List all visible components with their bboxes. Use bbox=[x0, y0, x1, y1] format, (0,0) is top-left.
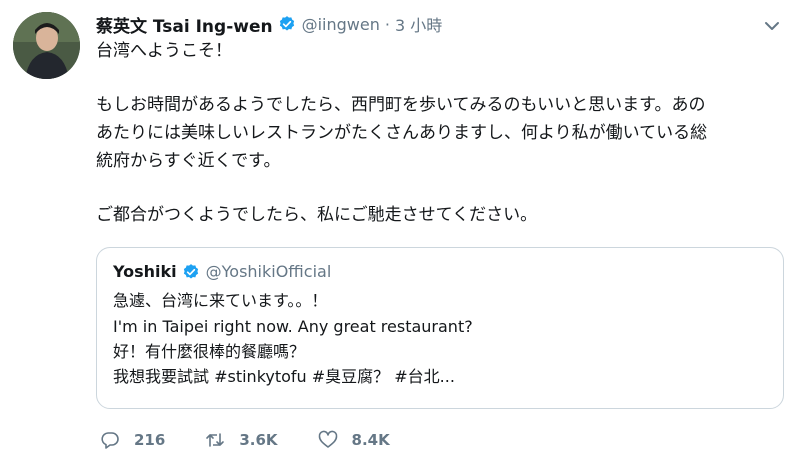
reply-count: 216 bbox=[134, 431, 166, 449]
tweet-text-line: 台湾へようこそ！ bbox=[96, 41, 232, 61]
avatar[interactable] bbox=[13, 12, 80, 79]
tweet-text-line: 統府からすぐ近くです。 bbox=[96, 151, 281, 171]
tweet[interactable]: 蔡英文 Tsai Ing-wen @iingwen · 3 小時 台湾へようこそ… bbox=[0, 0, 800, 450]
heart-icon bbox=[318, 430, 337, 448]
tweet-text-line: ご都合がつくようでしたら、私にご馳走させてください。 bbox=[96, 205, 538, 225]
author-name[interactable]: 蔡英文 Tsai Ing-wen bbox=[96, 12, 273, 37]
quoted-author-name: Yoshiki bbox=[113, 262, 177, 281]
separator: · bbox=[384, 14, 390, 34]
retweet-button[interactable]: 3.6K bbox=[205, 430, 278, 450]
like-count: 8.4K bbox=[351, 431, 390, 449]
quoted-text-line: I'm in Taipei right now. Any great resta… bbox=[113, 317, 473, 336]
tweet-header: 蔡英文 Tsai Ing-wen @iingwen · 3 小時 bbox=[96, 12, 442, 37]
tweet-text-line: あたりには美味しいレストランがたくさんありますし、何より私が働いている総 bbox=[96, 123, 708, 143]
action-bar: 216 3.6K 8.4K bbox=[100, 430, 430, 450]
verified-badge-icon bbox=[279, 16, 294, 31]
reply-button[interactable]: 216 bbox=[100, 430, 165, 450]
retweet-icon bbox=[206, 433, 225, 447]
author-handle[interactable]: @iingwen bbox=[302, 15, 380, 34]
quoted-text-line: 急遽、台湾に来ています。。！ bbox=[113, 291, 328, 310]
reply-icon bbox=[101, 432, 119, 449]
timestamp[interactable]: 3 小時 bbox=[395, 12, 442, 36]
verified-badge-icon bbox=[183, 263, 198, 279]
quoted-tweet[interactable]: Yoshiki @YoshikiOfficial 急遽、台湾に来ています。。！ … bbox=[96, 247, 784, 409]
quoted-author-handle: @YoshikiOfficial bbox=[205, 262, 332, 281]
like-button[interactable]: 8.4K bbox=[318, 430, 390, 450]
quoted-text-line: 好！有什麼很棒的餐廳嗎？ bbox=[113, 342, 306, 361]
quoted-text-line: 我想我要試試 #stinkytofu #臭豆腐？ #台北... bbox=[113, 367, 455, 386]
retweet-count: 3.6K bbox=[239, 431, 278, 449]
tweet-text-line: もしお時間があるようでしたら、西門町を歩いてみるのもいいと思います。あの bbox=[96, 95, 706, 115]
chevron-down-icon[interactable] bbox=[762, 16, 782, 36]
quoted-tweet-header: Yoshiki @YoshikiOfficial bbox=[113, 262, 331, 281]
